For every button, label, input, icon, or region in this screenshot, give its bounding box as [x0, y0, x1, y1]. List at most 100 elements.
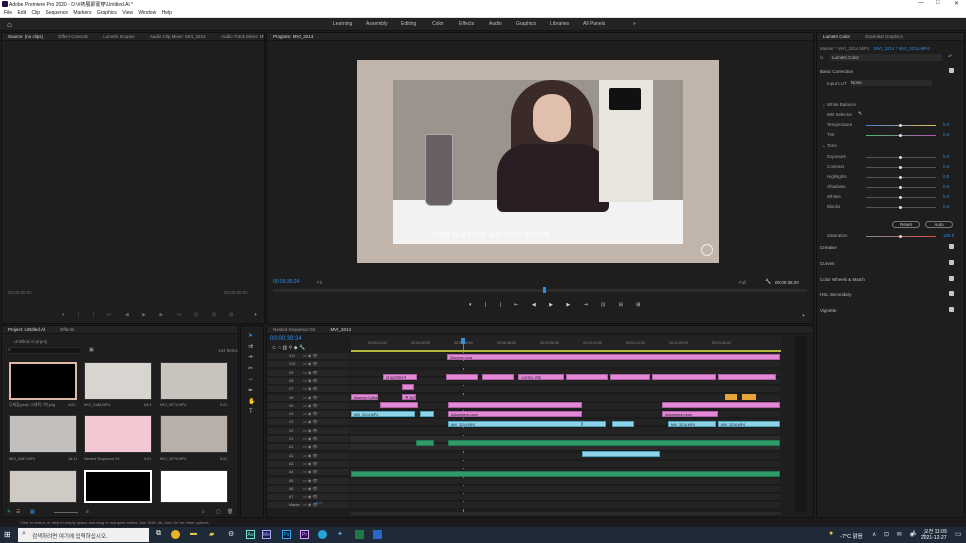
menu-sequence[interactable]: Sequence: [45, 9, 68, 17]
timeline-clip[interactable]: [566, 374, 608, 380]
timeline-clip[interactable]: [448, 402, 582, 408]
track-toggle-icons[interactable]: ▭ ◉ 👁: [303, 378, 318, 383]
timeline-clip[interactable]: [482, 374, 514, 380]
taskbar-date[interactable]: 2021-12-27: [921, 535, 947, 541]
lumetri-slider-knob[interactable]: [899, 166, 902, 169]
track-header[interactable]: V5 ▭ ◉ 👁: [267, 402, 349, 410]
lumetri-slider-knob[interactable]: [899, 156, 902, 159]
gear-app-icon[interactable]: ⚙: [228, 530, 234, 538]
timeline-clip[interactable]: MVI_3214.MP4: [351, 411, 415, 417]
track-toggle-icons[interactable]: ▭ ◉ 👁: [303, 386, 318, 391]
timeline-clip[interactable]: MVI_3216.MP4: [718, 421, 780, 427]
timeline-scrollbar[interactable]: [351, 512, 781, 515]
auto-button[interactable]: Auto: [925, 221, 953, 228]
timeline-clip[interactable]: MVI_3216.MP4: [668, 421, 716, 427]
section-hsl-secondary[interactable]: HSL Secondary: [820, 292, 851, 297]
ripple-edit-tool-icon[interactable]: ⟛: [248, 354, 253, 361]
pen-tool-icon[interactable]: ✒: [248, 387, 253, 394]
track-toggle-icons[interactable]: ▭ ◉ 👁: [303, 361, 318, 366]
section-vignette[interactable]: Vignette: [820, 308, 836, 313]
track-header[interactable]: A3 ▭ ◉ 👁: [267, 460, 349, 468]
tab-source[interactable]: Source: (no clips): [8, 33, 43, 40]
tab-effect-controls[interactable]: Effect Controls: [58, 33, 87, 40]
edge-icon[interactable]: [318, 530, 327, 539]
lumetri-value[interactable]: 0.0: [943, 184, 949, 189]
tray-icons[interactable]: ∧ ⊡ ✉ ◉ ♪: [872, 531, 928, 538]
lumetri-value[interactable]: 0.0: [943, 132, 949, 137]
tab-project[interactable]: Project: Untitled.Al: [8, 326, 45, 333]
track-toggle-icons[interactable]: ▭ ◉ 👁: [303, 428, 318, 433]
track-toggle-icons[interactable]: ▭ ◉ 👁: [303, 370, 318, 375]
color-wheels-checkbox[interactable]: [949, 276, 954, 281]
timeline-clip[interactable]: 내 트리메이션: [383, 374, 417, 380]
project-search-input[interactable]: [6, 347, 82, 354]
menu-window[interactable]: Window: [138, 9, 156, 17]
new-bin-icon[interactable]: ▣: [89, 347, 94, 353]
track-toggle-icons[interactable]: ▭ ◉ 👁: [303, 478, 318, 483]
program-resolution-select[interactable]: Full: [739, 280, 746, 285]
timeline-clip[interactable]: [612, 421, 634, 427]
track-toggle-icons[interactable]: ▭ ◉ 👁: [303, 461, 318, 466]
project-thumb-5[interactable]: [84, 415, 152, 453]
type-tool-icon[interactable]: T: [249, 409, 253, 415]
lumetri-slider-knob[interactable]: [899, 186, 902, 189]
premiere-icon[interactable]: Pr: [300, 530, 309, 539]
windows-start-icon[interactable]: ⊞: [4, 530, 11, 539]
timeline-clip[interactable]: [742, 394, 756, 400]
track-header[interactable]: V8 ▭ ◉ 👁: [267, 377, 349, 385]
track-header[interactable]: A4 ▭ ◉ 👁: [267, 469, 349, 477]
track-header[interactable]: Master ▭ ◉ 👁: [267, 502, 349, 510]
project-thumb-3[interactable]: [160, 362, 228, 400]
track-toggle-icons[interactable]: ▭ ◉ 👁: [303, 444, 318, 449]
reset-button[interactable]: Reset: [892, 221, 920, 228]
input-language[interactable]: A: [912, 531, 916, 537]
menu-clip[interactable]: Clip: [31, 9, 40, 17]
tab-program[interactable]: Program: MVI_3214: [273, 33, 313, 40]
timeline-clip[interactable]: [380, 402, 418, 408]
lumetri-slider-knob[interactable]: [899, 235, 902, 238]
program-timecode[interactable]: 00:00:39:24: [273, 279, 299, 285]
program-playhead[interactable]: [543, 287, 546, 293]
timeline-clip[interactable]: [652, 374, 716, 380]
timeline-timecode[interactable]: 00:00:39:24: [270, 336, 302, 342]
timeline-clip[interactable]: [416, 440, 434, 446]
lumetri-slider-knob[interactable]: [899, 196, 902, 199]
track-toggle-icons[interactable]: ▭ ◉ 👁: [303, 453, 318, 458]
maximize-button[interactable]: □: [936, 0, 940, 6]
lumetri-value[interactable]: 0.0: [943, 194, 949, 199]
timeline-clip[interactable]: Shipping Long: [447, 354, 780, 360]
timeline-clip[interactable]: [582, 451, 660, 457]
track-header[interactable]: V3 ▭ ◉ 👁: [267, 419, 349, 427]
track-toggle-icons[interactable]: ▭ ◉ 👁: [303, 395, 318, 400]
lumetri-slider-knob[interactable]: [899, 124, 902, 127]
timeline-clip[interactable]: [448, 440, 780, 446]
track-header[interactable]: V1 ▭ ◉ 👁: [267, 436, 349, 443]
workspace-more-icon[interactable]: »: [633, 21, 636, 27]
hand-tool-icon[interactable]: ✋: [248, 398, 255, 405]
track-toggle-icons[interactable]: ▭ ◉ 👁: [303, 469, 318, 474]
track-lane[interactable]: [350, 361, 780, 369]
tab-essential-graphics[interactable]: Essential Graphics: [865, 33, 903, 40]
track-lane[interactable]: [350, 477, 780, 485]
tab-audio-track-mixer[interactable]: Audio Track Mixer: MV: [221, 33, 264, 40]
tab-audio-clip-mixer[interactable]: Audio Clip Mixer: MVI_3214: [150, 33, 206, 40]
timeline-clip[interactable]: [582, 421, 606, 427]
project-thumb-8[interactable]: [84, 470, 152, 503]
project-thumb-7[interactable]: [9, 470, 77, 503]
master-track-value[interactable]: 0.0: [316, 500, 322, 505]
vignette-checkbox[interactable]: [949, 307, 954, 312]
slip-tool-icon[interactable]: ↔: [248, 376, 254, 382]
timeline-clip[interactable]: [446, 374, 478, 380]
taskbar-time[interactable]: 오전 11:09: [924, 528, 947, 535]
track-header[interactable]: V11 ▭ ◉ 👁: [267, 353, 349, 360]
program-fit-select[interactable]: Fit: [317, 280, 322, 285]
timeline-clip[interactable]: [718, 374, 776, 380]
workspace-effects[interactable]: Effects: [459, 21, 474, 27]
source-add-icon[interactable]: +: [254, 312, 257, 318]
lumetri-slider-knob[interactable]: [899, 206, 902, 209]
reset-effect-icon[interactable]: ↶: [948, 54, 952, 60]
eyedropper-icon[interactable]: ✎: [858, 111, 862, 117]
track-header[interactable]: V7 ▭ ◉ 👁: [267, 386, 349, 394]
track-toggle-icons[interactable]: ▭ ◉ 👁: [303, 486, 318, 491]
project-thumb-9[interactable]: [160, 470, 228, 503]
